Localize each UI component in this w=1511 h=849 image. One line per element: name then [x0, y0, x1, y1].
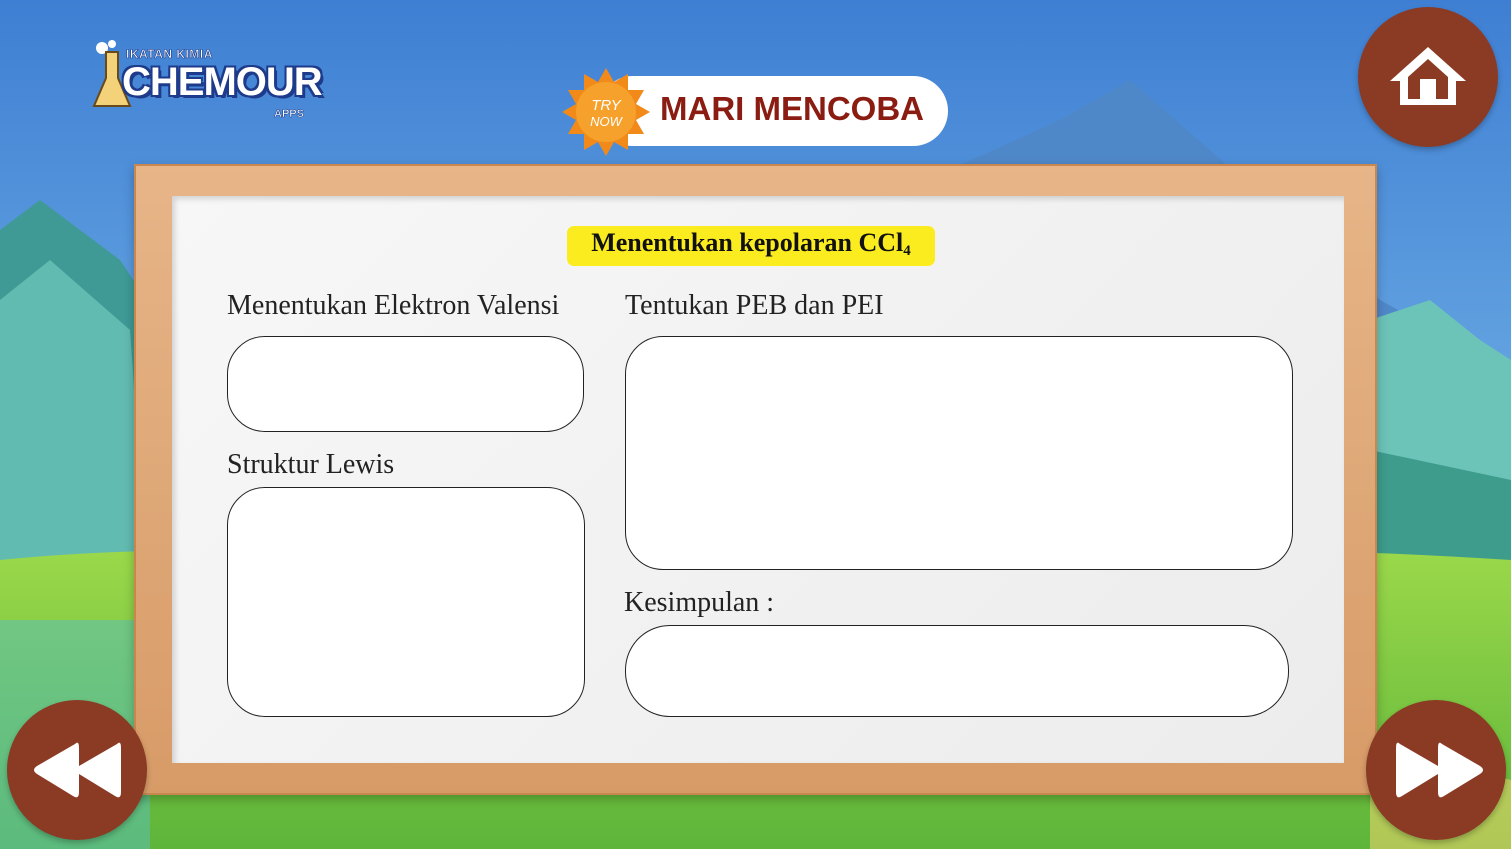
- task-title-subscript: 4: [903, 243, 911, 259]
- home-button[interactable]: [1358, 7, 1498, 147]
- previous-button[interactable]: [7, 700, 147, 840]
- logo-small-text: IKATAN KIMIA: [126, 47, 213, 62]
- home-icon: [1390, 47, 1466, 105]
- next-button[interactable]: [1366, 700, 1506, 840]
- rewind-icon: [34, 742, 121, 798]
- page-title: MARI MENCOBA: [660, 90, 924, 127]
- lewis-label: Struktur Lewis: [227, 449, 395, 480]
- task-title-text: Menentukan kepolaran CCl: [591, 228, 904, 257]
- fast-forward-icon: [1396, 742, 1483, 798]
- badge-try-text: TRY: [591, 97, 621, 114]
- section-title-pill: MARI MENCOBA: [598, 76, 948, 146]
- peb-pei-answer-box[interactable]: [625, 336, 1293, 570]
- peb-pei-label: Tentukan PEB dan PEI: [625, 290, 884, 321]
- task-title: Menentukan kepolaran CCl4: [567, 226, 935, 266]
- badge-now-text: NOW: [590, 114, 624, 129]
- logo-brand-text: CHEMOUR: [122, 60, 323, 104]
- lewis-structure-box[interactable]: [227, 487, 585, 717]
- valence-answer-box[interactable]: [227, 336, 584, 432]
- chemour-logo: IKATAN KIMIA CHEMOUR APPS: [88, 38, 338, 128]
- try-now-badge: TRY NOW: [562, 68, 650, 156]
- conclusion-label: Kesimpulan :: [624, 587, 775, 618]
- conclusion-answer-box[interactable]: [625, 625, 1289, 717]
- valence-label: Menentukan Elektron Valensi: [227, 290, 560, 321]
- logo-apps-text: APPS: [274, 108, 304, 121]
